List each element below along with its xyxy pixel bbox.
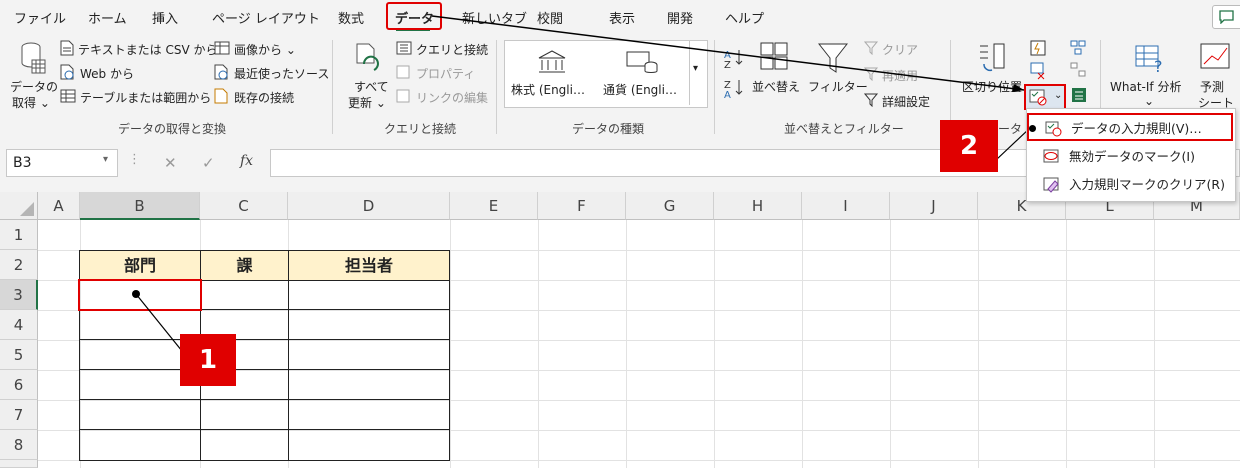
menu-item-label: データの入力規則(V)… [1071, 121, 1202, 136]
callout-step-1: 1 [180, 334, 236, 386]
menu-item-clear-circles[interactable]: 入力規則マークのクリア(R) [1027, 171, 1233, 199]
data-validation-menu: データの入力規則(V)… 無効データのマーク(I) 入力規則マークのクリア(R) [1026, 108, 1236, 202]
callout-step-2: 2 [940, 120, 998, 172]
annotation-dot [1029, 125, 1036, 132]
circle-invalid-icon [1043, 149, 1059, 163]
clear-circles-icon [1043, 177, 1059, 193]
menu-item-label: 入力規則マークのクリア(R) [1069, 177, 1225, 192]
menu-item-data-validation[interactable]: データの入力規則(V)… [1027, 113, 1233, 141]
menu-item-label: 無効データのマーク(I) [1069, 149, 1195, 164]
menu-item-circle-invalid[interactable]: 無効データのマーク(I) [1027, 143, 1233, 171]
data-validation-icon [1045, 121, 1062, 137]
annotation-overlay [132, 15, 1031, 357]
